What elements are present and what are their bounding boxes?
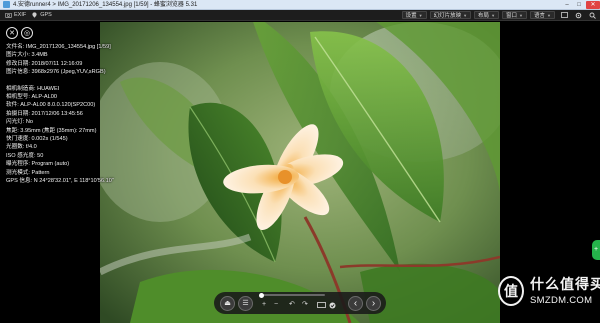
maximize-button[interactable]: □ <box>574 1 584 9</box>
watermark-badge: 值 <box>498 276 524 306</box>
menu-settings[interactable]: 设置 ▼ <box>401 11 427 19</box>
smzdm-watermark: 值 什么值得买 SMZDM.COM <box>498 272 600 318</box>
app-logo-icon <box>3 1 10 8</box>
fullscreen-icon[interactable] <box>559 11 569 19</box>
check-icon[interactable] <box>329 302 336 312</box>
zoom-out-button[interactable]: − <box>274 301 278 309</box>
gps-label: GPS <box>40 12 52 18</box>
toolbar: EXIF GPS 设置 ▼ 幻灯片放映 ▼ 布局 ▼ 窗口 ▼ 语言 ▼ <box>0 10 600 21</box>
info-filename: 文件名: IMG_20171206_134554.jpg [1/59] <box>6 44 111 50</box>
gear-icon[interactable] <box>573 11 583 19</box>
eject-button[interactable]: ⏏ <box>220 295 235 311</box>
info-aperture: 光圈数: f/4.0 <box>6 144 37 151</box>
previous-image-button[interactable]: ‹ <box>348 295 363 311</box>
info-software: 软件: ALP-AL00 8.0.0.120(SP2C00) <box>6 102 96 109</box>
info-camera-make: 相机制造商: HUAWEI <box>6 85 60 92</box>
menu-language[interactable]: 语言 ▼ <box>530 11 555 19</box>
playback-controls: ⏏ ☰ + − ↶ ↷ ‹ › <box>214 292 386 314</box>
exif-label: EXIF <box>14 12 27 18</box>
search-icon[interactable] <box>587 11 597 19</box>
seek-bar[interactable] <box>259 292 325 298</box>
info-date-taken: 拍摄日期: 2017/12/06 13:45:56 <box>6 110 83 117</box>
location-pin-icon <box>32 12 37 18</box>
info-focal-length: 焦距: 3.95mm (焦距 (35mm): 27mm) <box>6 127 97 134</box>
chevron-down-icon: ▼ <box>547 12 551 18</box>
info-toggle-button[interactable]: ◎ <box>21 27 33 39</box>
overlay-buttons: ✕ ◎ <box>6 27 36 39</box>
camera-icon <box>5 12 12 18</box>
minimize-button[interactable]: – <box>562 1 572 9</box>
photo-frangipani-flower[interactable] <box>100 22 500 323</box>
chevron-down-icon: ▼ <box>418 12 423 18</box>
info-shutter: 快门速度: 0.002s (1/545) <box>6 136 68 143</box>
info-iso: ISO 感光度: 50 <box>6 152 44 159</box>
info-flash: 闪光灯: No <box>6 119 34 126</box>
menu-window-label: 窗口 <box>506 13 518 19</box>
chevron-down-icon: ▼ <box>463 12 468 18</box>
chevron-down-icon: ▼ <box>491 12 496 18</box>
menu-window[interactable]: 窗口 ▼ <box>502 11 528 19</box>
fit-window-icon[interactable] <box>317 302 326 311</box>
rotate-right-button[interactable]: ↷ <box>302 301 308 309</box>
zoom-in-button[interactable]: + <box>262 301 266 309</box>
menu-layout-label: 布局 <box>478 13 490 19</box>
info-exposure-program: 曝光程序: Program (auto) <box>6 161 70 168</box>
plus-icon: + <box>594 246 599 253</box>
photo-image <box>100 22 500 323</box>
info-dimensions: 图片信息: 3968x2976 (Jpeg,YUV,sRGB) <box>6 69 106 76</box>
info-metering: 测光模式: Pattern <box>6 169 50 176</box>
close-window-button[interactable]: ✕ <box>586 0 600 9</box>
close-info-button[interactable]: ✕ <box>6 27 18 39</box>
menu-settings-label: 设置 <box>405 13 417 19</box>
menu-language-label: 语言 <box>534 13 546 19</box>
menu-layout[interactable]: 布局 ▼ <box>474 11 500 19</box>
seek-knob[interactable] <box>259 292 264 298</box>
side-panel-tab[interactable]: + <box>592 240 600 260</box>
chevron-down-icon: ▼ <box>519 12 524 18</box>
menu-slideshow[interactable]: 幻灯片放映 ▼ <box>429 11 472 19</box>
menu-button[interactable]: ☰ <box>238 295 253 311</box>
gps-toggle[interactable]: GPS <box>31 12 52 18</box>
watermark-text-en: SMZDM.COM <box>530 295 593 306</box>
info-gps: GPS 信息: N 24°28'32.01", E 118°10'56.10" <box>6 178 114 185</box>
next-image-button[interactable]: › <box>366 295 381 311</box>
rotate-left-button[interactable]: ↶ <box>289 301 295 309</box>
info-filesize: 图片大小: 3.4MB <box>6 52 48 59</box>
watermark-text-cn: 什么值得买 <box>530 277 600 293</box>
exif-toggle[interactable]: EXIF <box>5 12 26 18</box>
exif-info-panel: 文件名: IMG_20171206_134554.jpg [1/59] 图片大小… <box>6 43 156 186</box>
title-bar: 4.安德runner4 > IMG_20171206_134554.jpg [1… <box>0 0 600 10</box>
info-camera-model: 相机型号: ALP-AL00 <box>6 94 57 101</box>
info-modified: 修改日期: 2018/07/11 12:16:09 <box>6 60 83 67</box>
window-title: 4.安德runner4 > IMG_20171206_134554.jpg [1… <box>13 1 198 8</box>
menu-slideshow-label: 幻灯片放映 <box>433 13 462 19</box>
